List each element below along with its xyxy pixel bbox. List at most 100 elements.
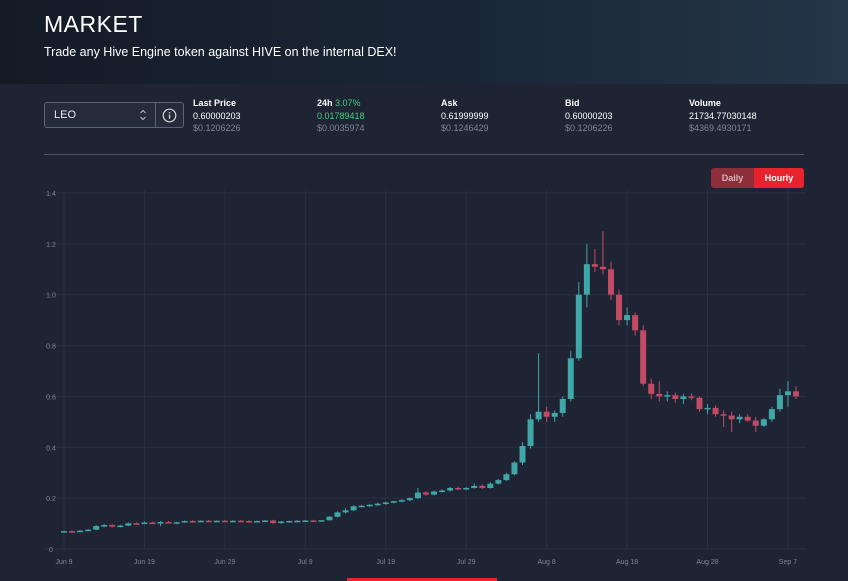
y-tick-label: 0 (49, 547, 53, 554)
candle-body (406, 498, 413, 501)
stat-change-percent: 3.07% (335, 98, 361, 108)
candle-body (736, 416, 743, 420)
stat-label: Ask (441, 98, 458, 108)
x-tick-label: Jun 29 (214, 559, 235, 566)
candle-body (237, 520, 244, 523)
stat-label: Volume (689, 98, 721, 108)
y-tick-label: 1.4 (46, 191, 56, 198)
candle-body (318, 520, 325, 522)
token-select[interactable]: LEO (44, 102, 156, 128)
chevron-up-down-icon (140, 109, 146, 121)
candle-body (246, 521, 253, 523)
candle-body (503, 474, 510, 481)
candle-body (85, 529, 92, 532)
candle-body (712, 407, 719, 415)
stat-value: 21734.77030148 (689, 110, 757, 121)
candle-body (567, 358, 574, 399)
price-chart[interactable]: 0 0.2 0.4 0.6 0.8 1.0 1.2 1.4 Jun 9 Jun 19 Jun 29… (0, 180, 848, 578)
x-tick-label: Jul 9 (298, 559, 313, 566)
candle-body (366, 504, 373, 507)
candle-body (286, 521, 293, 523)
candle-body (205, 520, 212, 523)
market-header: MARKET Trade any Hive Engine token again… (0, 0, 848, 84)
candle-body (374, 503, 381, 506)
candle-body (334, 512, 341, 517)
y-tick-label: 0.6 (46, 394, 56, 401)
candle-body (93, 526, 100, 530)
info-icon (162, 108, 177, 123)
candle-body (197, 520, 204, 523)
candle-body (704, 407, 711, 410)
stat-last-price: Last Price 0.60000203 $0.1206226 (193, 97, 241, 135)
page-title: MARKET (44, 11, 143, 37)
candle-body (254, 521, 261, 523)
y-tick-label: 1.2 (46, 242, 56, 249)
candle-body (69, 531, 76, 533)
page-subtitle: Trade any Hive Engine token against HIVE… (44, 45, 397, 59)
candle-body (616, 294, 623, 321)
candle-body (575, 294, 582, 359)
candle-body (310, 520, 317, 523)
x-tick-label: Aug 28 (696, 559, 718, 566)
candle-body (656, 393, 663, 397)
candle-body (664, 395, 671, 397)
candle-body (479, 485, 486, 488)
candle-body (519, 446, 526, 463)
candle-body (302, 520, 309, 523)
candle-body (648, 383, 655, 394)
candle-body (213, 520, 220, 523)
stat-label: Bid (565, 98, 580, 108)
stat-label: Last Price (193, 98, 237, 108)
candle-body (326, 516, 333, 521)
x-tick-label: Jun 19 (134, 559, 155, 566)
candle-body (535, 411, 542, 420)
candle-body (463, 487, 470, 490)
candle-body (350, 506, 357, 511)
x-tick-label: Jul 29 (457, 559, 476, 566)
x-tick-label: Sep 7 (779, 559, 797, 566)
token-info-button[interactable] (156, 102, 184, 128)
candle-body (149, 522, 156, 525)
stat-value: 0.60000203 (193, 110, 241, 121)
candle-body (599, 266, 606, 270)
candle-body (221, 520, 228, 523)
candle-body (776, 395, 783, 410)
candle-body (487, 483, 494, 488)
stat-usd-value: $0.1206226 (565, 123, 613, 133)
y-tick-label: 1.0 (46, 293, 56, 300)
stat-label: 24h (317, 98, 333, 108)
candle-body (728, 415, 735, 420)
candle-body (382, 502, 389, 504)
candle-body (607, 269, 614, 295)
candle-body (511, 462, 518, 475)
stat-bid: Bid 0.60000203 $0.1206226 (565, 97, 613, 135)
candle-body (768, 409, 775, 420)
candle-body (744, 416, 751, 421)
stat-value: 0.61999999 (441, 110, 489, 121)
candle-body (793, 391, 799, 397)
candle-body (109, 525, 116, 527)
x-tick-label: Jun 9 (55, 559, 72, 566)
candle-body (141, 522, 148, 525)
candle-body (358, 505, 365, 508)
candle-body (157, 522, 164, 524)
candle-body (422, 492, 429, 495)
candle-body (559, 398, 566, 413)
candle-body (455, 487, 462, 490)
candle-body (760, 419, 767, 426)
candle-body (294, 520, 301, 523)
stat-usd-value: $4369.4930171 (689, 123, 752, 133)
candle-body (414, 492, 421, 499)
stat-usd-value: $0.1246429 (441, 123, 489, 133)
chart-grid (44, 190, 806, 550)
y-axis: 0 0.2 0.4 0.6 0.8 1.0 1.2 1.4 (46, 191, 56, 554)
candles (61, 231, 799, 533)
token-select-value: LEO (54, 109, 77, 121)
candle-body (270, 520, 277, 524)
candle-body (583, 264, 590, 295)
stat-24h-change: 24h 3.07% 0.01789418 $0.0035974 (317, 97, 365, 135)
candle-body (688, 396, 695, 398)
candle-body (189, 521, 196, 523)
candle-body (527, 419, 534, 447)
candle-body (133, 523, 140, 525)
